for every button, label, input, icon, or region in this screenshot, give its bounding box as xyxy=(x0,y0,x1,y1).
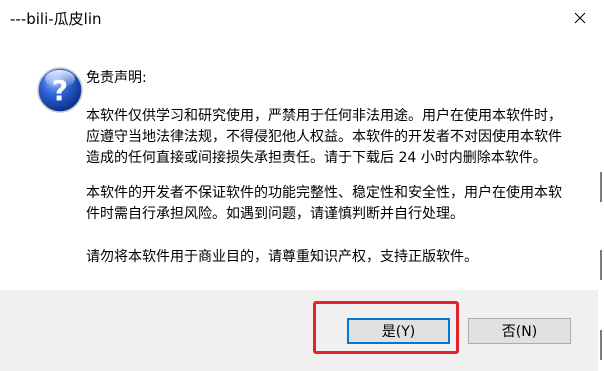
yes-button[interactable]: 是(Y) xyxy=(347,318,450,344)
dialog-window: ---bili-瓜皮lin ? 免责声明: 本软件仅供学习和研究使用，严禁用于任… xyxy=(0,0,604,371)
disclaimer-line: 应遵守当地法律法规，不得侵犯他人权益。本软件的开发者不对因使用本软件 xyxy=(86,129,562,145)
no-button[interactable]: 否(N) xyxy=(468,318,571,344)
titlebar: ---bili-瓜皮lin xyxy=(0,0,604,36)
disclaimer-line: 本软件仅供学习和研究使用，严禁用于任何非法用途。用户在使用本软件时， xyxy=(86,108,562,124)
disclaimer-line: 造成的任何直接或间接损失承担责任。请于下载后 24 小时内删除本软件。 xyxy=(86,150,547,166)
close-icon xyxy=(574,12,586,24)
disclaimer-line: 本软件的开发者不保证软件的功能完整性、稳定性和安全性，用户在使用本软 xyxy=(86,185,562,201)
disclaimer-line: 件时需自行承担风险。如遇到问题，请谨慎判断并自行处理。 xyxy=(86,206,464,222)
question-icon: ? xyxy=(37,67,83,113)
disclaimer-heading: 免责声明: xyxy=(86,70,147,86)
dialog-content: ? 免责声明: 本软件仅供学习和研究使用，严禁用于任何非法用途。用户在使用本软件… xyxy=(0,36,604,290)
window-title: ---bili-瓜皮lin xyxy=(10,10,102,28)
disclaimer-line: 请勿将本软件用于商业目的，请尊重知识产权，支持正版软件。 xyxy=(86,249,478,265)
svg-text:?: ? xyxy=(52,74,68,107)
window-edge xyxy=(598,0,604,371)
close-button[interactable] xyxy=(564,4,596,32)
